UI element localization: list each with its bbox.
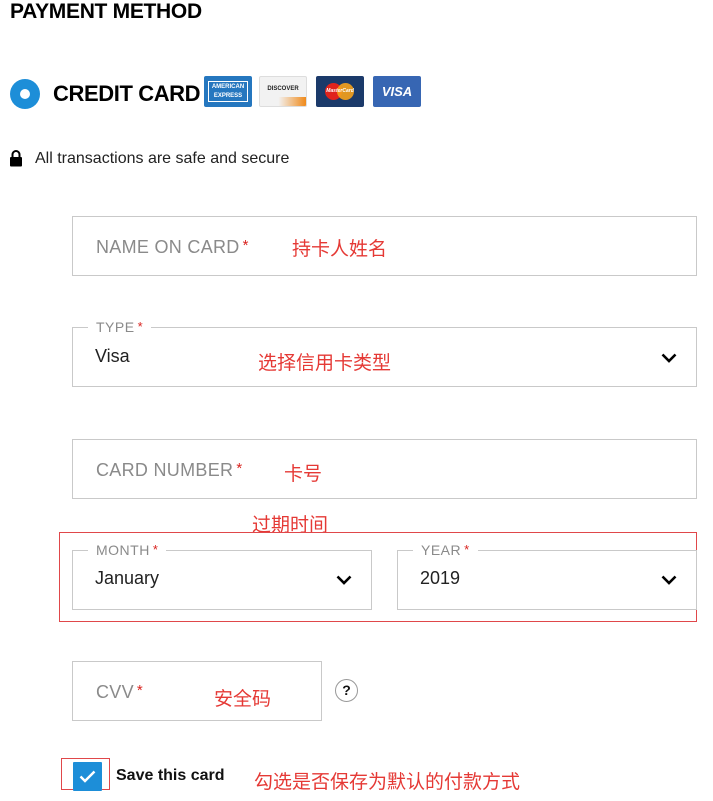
month-select[interactable]: MONTH * January <box>72 542 372 610</box>
year-value: 2019 <box>420 568 461 588</box>
annotation-cvv: 安全码 <box>214 688 272 710</box>
cvv-placeholder: CVV * <box>96 682 144 702</box>
lock-icon <box>10 150 22 167</box>
amex-logo: AMERICAN EXPRESS <box>204 76 252 107</box>
save-card-checkbox[interactable] <box>73 762 102 791</box>
card-type-value: Visa <box>95 346 130 366</box>
card-type-label: TYPE * <box>88 319 152 335</box>
annotation-save-card: 勾选是否保存为默认的付款方式 <box>254 771 521 793</box>
visa-logo-text: VISA <box>381 84 413 99</box>
chevron-down-icon <box>661 575 677 585</box>
card-number-field[interactable]: CARD NUMBER * <box>72 439 697 499</box>
security-message: All transactions are safe and secure <box>35 150 290 167</box>
chevron-down-icon <box>661 353 677 363</box>
chevron-down-icon <box>336 575 352 585</box>
card-number-placeholder: CARD NUMBER * <box>96 460 243 480</box>
help-icon[interactable]: ? <box>335 679 358 702</box>
annotation-card-type: 选择信用卡类型 <box>258 352 392 374</box>
month-label: MONTH * <box>88 542 167 558</box>
credit-card-radio[interactable] <box>10 79 40 109</box>
discover-logo-text: DISCOVER <box>267 86 299 92</box>
month-value: January <box>95 568 160 588</box>
year-label: YEAR * <box>413 542 478 558</box>
visa-logo: VISA <box>373 76 421 107</box>
discover-logo: DISCOVER <box>259 76 307 107</box>
year-select[interactable]: YEAR * 2019 <box>397 542 697 610</box>
mastercard-logo: MasterCard <box>316 76 364 107</box>
checkmark-icon <box>79 770 96 783</box>
save-card-label[interactable]: Save this card <box>116 767 225 785</box>
annotation-name-on-card: 持卡人姓名 <box>292 238 388 260</box>
name-on-card-placeholder: NAME ON CARD * <box>96 237 249 257</box>
cvv-field[interactable]: CVV * <box>72 661 322 721</box>
annotation-card-number: 卡号 <box>284 463 323 485</box>
page-title: PAYMENT METHOD <box>10 0 202 23</box>
mastercard-logo-text: MasterCard <box>326 88 354 94</box>
credit-card-label: CREDIT CARD <box>53 81 201 106</box>
amex-logo-text: AMERICAN EXPRESS <box>208 81 248 102</box>
